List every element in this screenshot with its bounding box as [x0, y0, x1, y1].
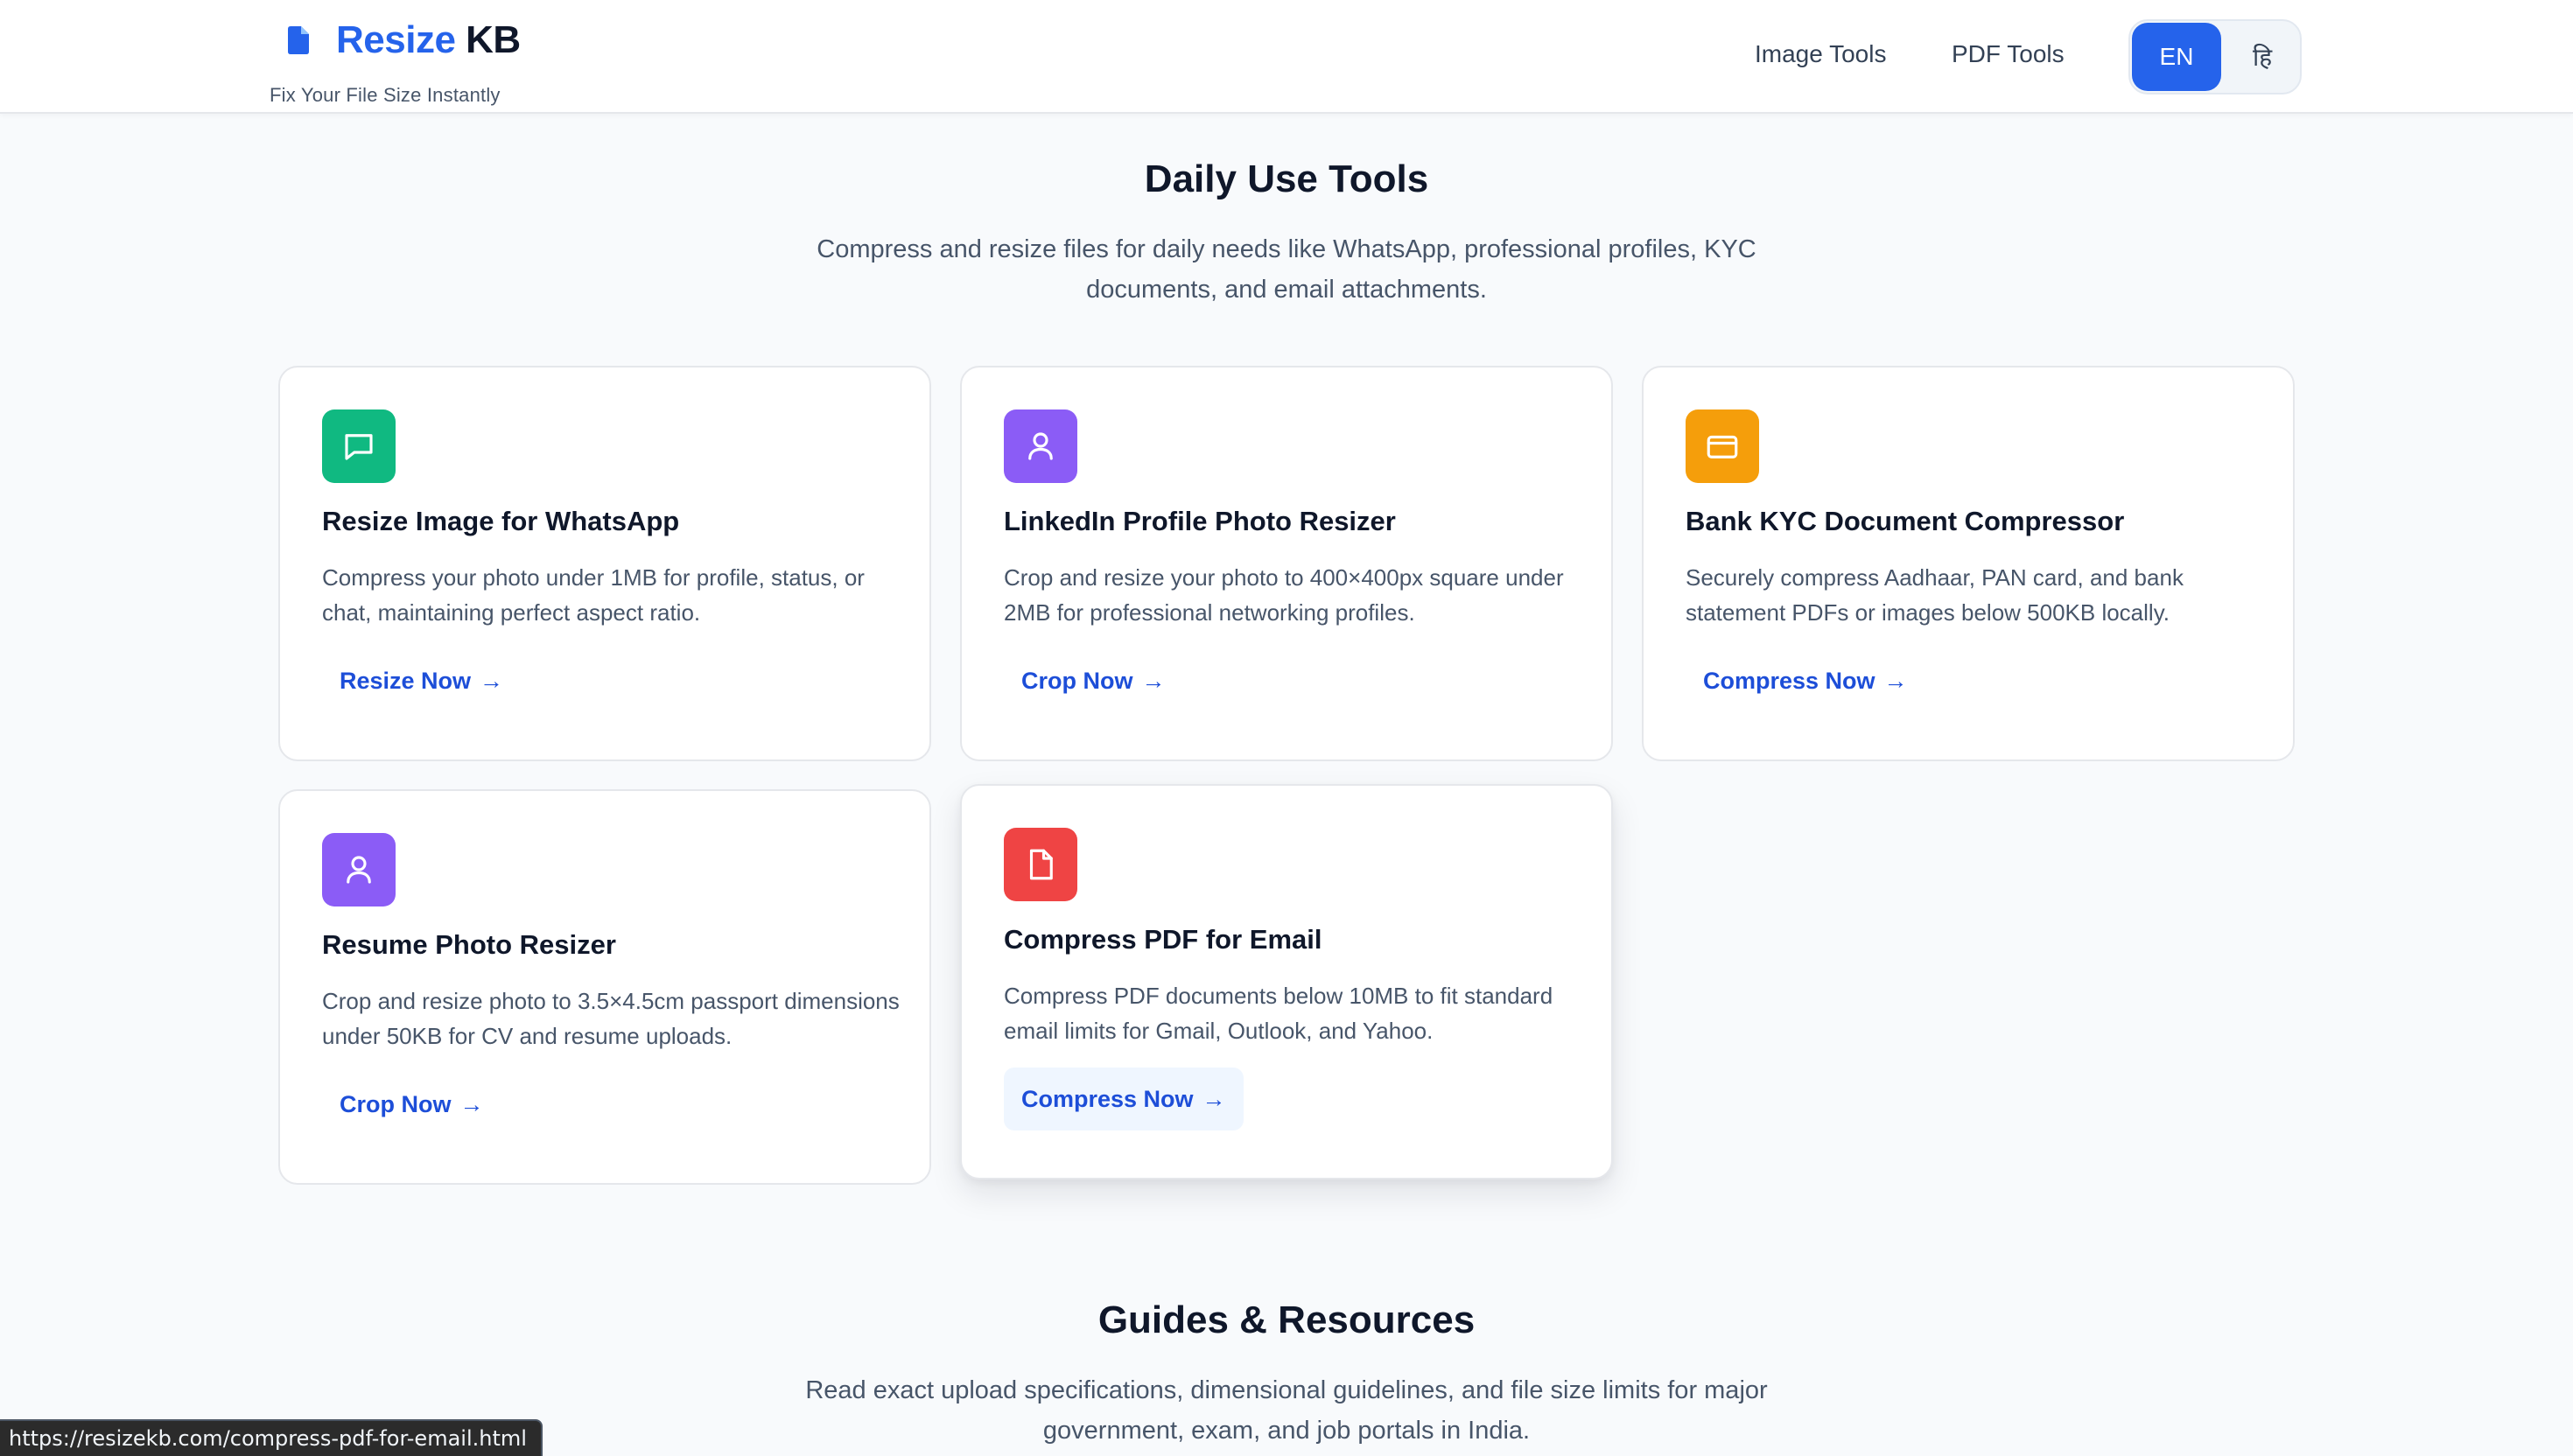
tool-card-title: Resize Image for WhatsApp [322, 506, 680, 536]
tool-card-link-label: Crop Now [1021, 667, 1133, 694]
tool-card-link-label: Compress Now [1703, 667, 1875, 694]
tool-card-link-label: Resize Now [340, 667, 472, 694]
tool-card-icon-box [322, 410, 396, 483]
crop-now-link[interactable]: Crop Now → [1004, 649, 1183, 712]
tool-card-desc: Securely compress Aadhaar, PAN card, and… [1686, 564, 2184, 626]
language-toggle: EN हि [2128, 19, 2302, 94]
daily-tools-title: Daily Use Tools [1144, 158, 1429, 200]
tool-card-desc: Compress PDF documents below 10MB to fit… [1004, 983, 1553, 1044]
tool-card-desc: Crop and resize photo to 3.5×4.5cm passp… [322, 988, 900, 1049]
lang-hindi-button[interactable]: हि [2228, 23, 2296, 91]
user-icon [347, 856, 371, 884]
resize-now-link[interactable]: Resize Now → [322, 649, 521, 712]
guides-subtitle: Read exact upload specifications, dimens… [805, 1376, 1768, 1445]
tool-card-whatsapp[interactable]: Resize Image for WhatsApp Compress your … [278, 366, 931, 761]
arrow-right-icon: → [1141, 667, 1166, 694]
brand-logo-link[interactable]: Resize KB Fix Your File Size Instantly [270, 16, 521, 107]
arrow-right-icon: → [1202, 1085, 1226, 1112]
brand-name-accent: Resize [336, 18, 456, 61]
credit-card-icon [1707, 435, 1738, 458]
lang-en-button[interactable]: EN [2132, 23, 2221, 91]
file-icon [1029, 849, 1053, 880]
nav-image-tools[interactable]: Image Tools [1755, 40, 1886, 68]
brand-name-rest: KB [466, 18, 521, 61]
tool-card-icon-box [322, 833, 396, 906]
tool-card-desc: Compress your photo under 1MB for profil… [322, 564, 865, 626]
daily-tools-subtitle: Compress and resize files for daily need… [817, 235, 1756, 304]
tool-card-link-label: Compress Now [1021, 1085, 1194, 1112]
chat-icon [345, 434, 373, 460]
status-bar-url: https://resizekb.com/compress-pdf-for-em… [0, 1419, 543, 1456]
nav-pdf-tools[interactable]: PDF Tools [1952, 40, 2065, 68]
tool-card-linkedin[interactable]: LinkedIn Profile Photo Resizer Crop and … [960, 366, 1613, 761]
arrow-right-icon: → [480, 667, 504, 694]
tool-card-icon-box [1004, 828, 1077, 901]
arrow-right-icon: → [459, 1090, 484, 1117]
tool-card-title: LinkedIn Profile Photo Resizer [1004, 506, 1396, 536]
tool-card-title: Bank KYC Document Compressor [1686, 506, 2125, 536]
tool-card-link-label: Crop Now [340, 1090, 452, 1117]
compress-now-link[interactable]: Compress Now → [1686, 649, 1925, 712]
guides-title: Guides & Resources [1097, 1298, 1476, 1341]
arrow-right-icon: → [1883, 667, 1908, 694]
tool-card-resume-photo[interactable]: Resume Photo Resizer Crop and resize pho… [278, 789, 931, 1185]
crop-now-link[interactable]: Crop Now → [322, 1073, 501, 1136]
brand-name: Resize KB [336, 18, 521, 62]
site-header: Resize KB Fix Your File Size Instantly I… [0, 0, 2573, 114]
brand-row: Resize KB [270, 16, 521, 65]
page: Resize KB Fix Your File Size Instantly I… [0, 0, 2573, 1456]
tool-card-bank-kyc[interactable]: Bank KYC Document Compressor Securely co… [1642, 366, 2295, 761]
tool-card-icon-box [1004, 410, 1077, 483]
user-icon [1028, 432, 1053, 460]
compress-now-link[interactable]: Compress Now → [1004, 1068, 1244, 1130]
tool-card-icon-box [1686, 410, 1759, 483]
tool-card-pdf-email[interactable]: Compress PDF for Email Compress PDF docu… [960, 784, 1613, 1180]
brand-tagline: Fix Your File Size Instantly [270, 84, 501, 106]
tool-card-title: Resume Photo Resizer [322, 929, 616, 960]
tool-card-desc: Crop and resize your photo to 400×400px … [1004, 564, 1564, 626]
document-icon [288, 26, 309, 54]
tool-card-title: Compress PDF for Email [1004, 924, 1322, 955]
